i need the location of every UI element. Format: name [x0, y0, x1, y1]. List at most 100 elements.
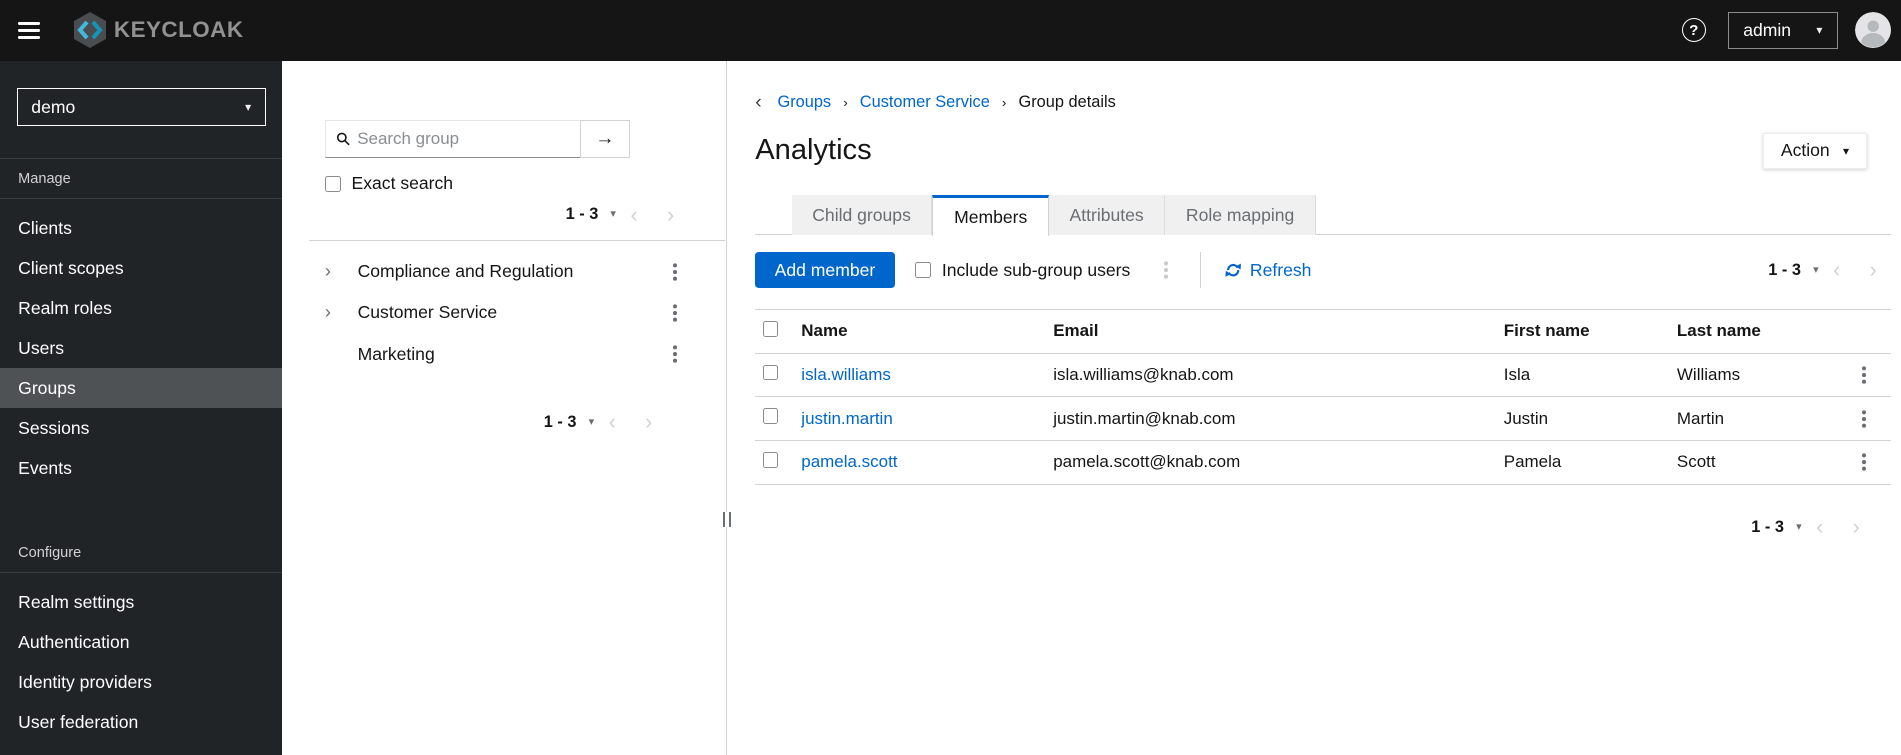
page-range-text: 1 - 3 [1751, 517, 1785, 536]
page-range-dropdown[interactable]: 1 - 3 ▾ [1751, 518, 1801, 537]
sidebar-item-user-federation[interactable]: User federation [0, 703, 282, 743]
kebab-dots-icon [1862, 460, 1866, 465]
page-range-dropdown[interactable]: 1 - 3 ▾ [1768, 261, 1818, 280]
member-email: justin.martin@knab.com [1053, 396, 1504, 441]
realm-selector[interactable]: demo ▾ [16, 88, 266, 127]
tab-attributes[interactable]: Attributes [1048, 195, 1166, 236]
row-kebab-menu[interactable] [1855, 456, 1873, 470]
exact-search-option[interactable]: Exact search [324, 173, 725, 194]
row-kebab-menu[interactable] [1855, 368, 1873, 382]
prev-page-button[interactable]: ‹ [1819, 259, 1855, 281]
breadcrumb-link-customer-service[interactable]: Customer Service [860, 93, 990, 112]
row-checkbox[interactable] [762, 451, 779, 468]
arrow-right-icon: → [595, 127, 615, 150]
tree-item-compliance-and-regulation[interactable]: › Compliance and Regulation [325, 251, 684, 292]
main-content: ‹ Groups › Customer Service › Group deta… [728, 60, 1901, 755]
help-button[interactable]: ? [1681, 18, 1706, 43]
search-submit-button[interactable]: → [579, 120, 631, 158]
row-checkbox[interactable] [762, 408, 779, 425]
chevron-right-icon[interactable]: › [325, 302, 358, 323]
group-kebab-menu[interactable] [665, 347, 683, 361]
row-kebab-menu[interactable] [1855, 412, 1873, 426]
members-toolbar: Add member Include sub-group users Refre… [755, 250, 1891, 291]
breadcrumb: ‹ Groups › Customer Service › Group deta… [755, 91, 1891, 114]
tab-members[interactable]: Members [932, 195, 1049, 237]
next-page-button[interactable]: › [652, 204, 688, 226]
member-row: justin.martin justin.martin@knab.com Jus… [755, 396, 1892, 441]
refresh-label: Refresh [1249, 259, 1312, 280]
sidebar-item-realm-settings[interactable]: Realm settings [0, 583, 282, 623]
select-all-checkbox[interactable] [762, 320, 779, 337]
sidebar-item-groups[interactable]: Groups [0, 368, 283, 409]
include-subgroups-option[interactable]: Include sub-group users [915, 260, 1130, 281]
sidebar-item-sessions[interactable]: Sessions [0, 408, 282, 448]
kebab-dots-icon [1862, 416, 1866, 421]
sidebar-item-events[interactable]: Events [0, 448, 282, 488]
kebab-dots-icon [672, 269, 677, 274]
group-search-input[interactable] [357, 128, 580, 149]
group-name: Marketing [357, 343, 435, 364]
sidebar-item-users[interactable]: Users [0, 328, 282, 368]
keycloak-logo: KEYCLOAK [70, 10, 243, 50]
sidebar-item-realm-roles[interactable]: Realm roles [0, 288, 282, 328]
action-label: Action [1780, 140, 1830, 161]
group-search: → [324, 120, 631, 158]
group-kebab-menu[interactable] [665, 306, 683, 320]
next-page-button[interactable]: › [630, 411, 666, 433]
tree-item-customer-service[interactable]: › Customer Service [325, 292, 684, 333]
group-tree: › Compliance and Regulation › Customer Serv… [282, 251, 725, 375]
member-name-link[interactable]: isla.williams [801, 365, 891, 384]
next-page-button[interactable]: › [1838, 516, 1874, 538]
page-range-text: 1 - 3 [565, 205, 599, 224]
sidebar-item-client-scopes[interactable]: Client scopes [0, 248, 282, 288]
hamburger-menu-button[interactable] [0, 21, 59, 40]
next-page-button[interactable]: › [1855, 259, 1891, 281]
sidebar-item-clients[interactable]: Clients [0, 208, 282, 248]
tree-pagination-bottom: 1 - 3 ▾ ‹ › [544, 411, 667, 433]
row-checkbox[interactable] [762, 364, 779, 381]
members-table: Name Email First name Last name isla.wil… [755, 309, 1892, 485]
action-dropdown[interactable]: Action ▾ [1762, 132, 1868, 170]
hamburger-icon [18, 21, 40, 25]
refresh-button[interactable]: Refresh [1225, 260, 1311, 281]
tree-item-marketing[interactable]: Marketing [325, 334, 684, 375]
breadcrumb-link-groups[interactable]: Groups [777, 93, 831, 112]
toolbar-kebab-menu[interactable] [1157, 263, 1175, 277]
sidebar-section-configure: Configure Realm settings Authentication Ide… [0, 533, 283, 743]
prev-page-button[interactable]: ‹ [1802, 516, 1838, 538]
sidebar-item-authentication[interactable]: Authentication [0, 623, 282, 663]
page-range-text: 1 - 3 [1768, 260, 1801, 279]
tree-pagination-top: 1 - 3 ▾ ‹ › [566, 204, 689, 226]
sidebar-item-identity-providers[interactable]: Identity providers [0, 663, 282, 703]
include-subgroups-checkbox[interactable] [915, 262, 931, 279]
sidebar: demo ▾ Manage Clients Client scopes Realm r… [0, 60, 283, 755]
members-table-header: Name Email First name Last name [755, 309, 1892, 354]
panel-resize-handle[interactable] [722, 60, 732, 755]
include-subgroups-label: Include sub-group users [941, 259, 1131, 280]
column-header-first-name: First name [1503, 309, 1677, 354]
avatar[interactable] [1854, 12, 1892, 49]
exact-search-label: Exact search [351, 173, 454, 194]
member-first-name: Justin [1503, 396, 1677, 441]
breadcrumb-back-icon[interactable]: ‹ [755, 91, 761, 114]
members-pagination-top: 1 - 3 ▾ ‹ › [1768, 259, 1891, 281]
tab-role-mapping[interactable]: Role mapping [1165, 195, 1316, 236]
group-kebab-menu[interactable] [665, 265, 683, 279]
page-range-dropdown[interactable]: 1 - 3 ▾ [566, 205, 616, 224]
prev-page-button[interactable]: ‹ [616, 204, 652, 226]
prev-page-button[interactable]: ‹ [594, 411, 630, 433]
tab-child-groups[interactable]: Child groups [791, 195, 933, 236]
chevron-right-icon[interactable]: › [325, 261, 358, 282]
add-member-button[interactable]: Add member [755, 252, 895, 289]
exact-search-checkbox[interactable] [324, 175, 341, 192]
page-range-dropdown[interactable]: 1 - 3 ▾ [544, 413, 594, 432]
caret-down-icon: ▾ [1843, 143, 1850, 158]
keycloak-admin-console: KEYCLOAK ? admin ▾ demo ▾ Manage Clients C… [0, 0, 1901, 755]
column-header-last-name: Last name [1676, 309, 1837, 354]
user-menu-dropdown[interactable]: admin ▾ [1727, 11, 1838, 50]
member-name-link[interactable]: pamela.scott [801, 452, 897, 471]
chevron-right-icon: › [1001, 94, 1007, 110]
member-first-name: Isla [1503, 353, 1677, 398]
member-name-link[interactable]: justin.martin [801, 409, 892, 428]
members-pagination-bottom: 1 - 3 ▾ ‹ › [1751, 516, 1874, 538]
